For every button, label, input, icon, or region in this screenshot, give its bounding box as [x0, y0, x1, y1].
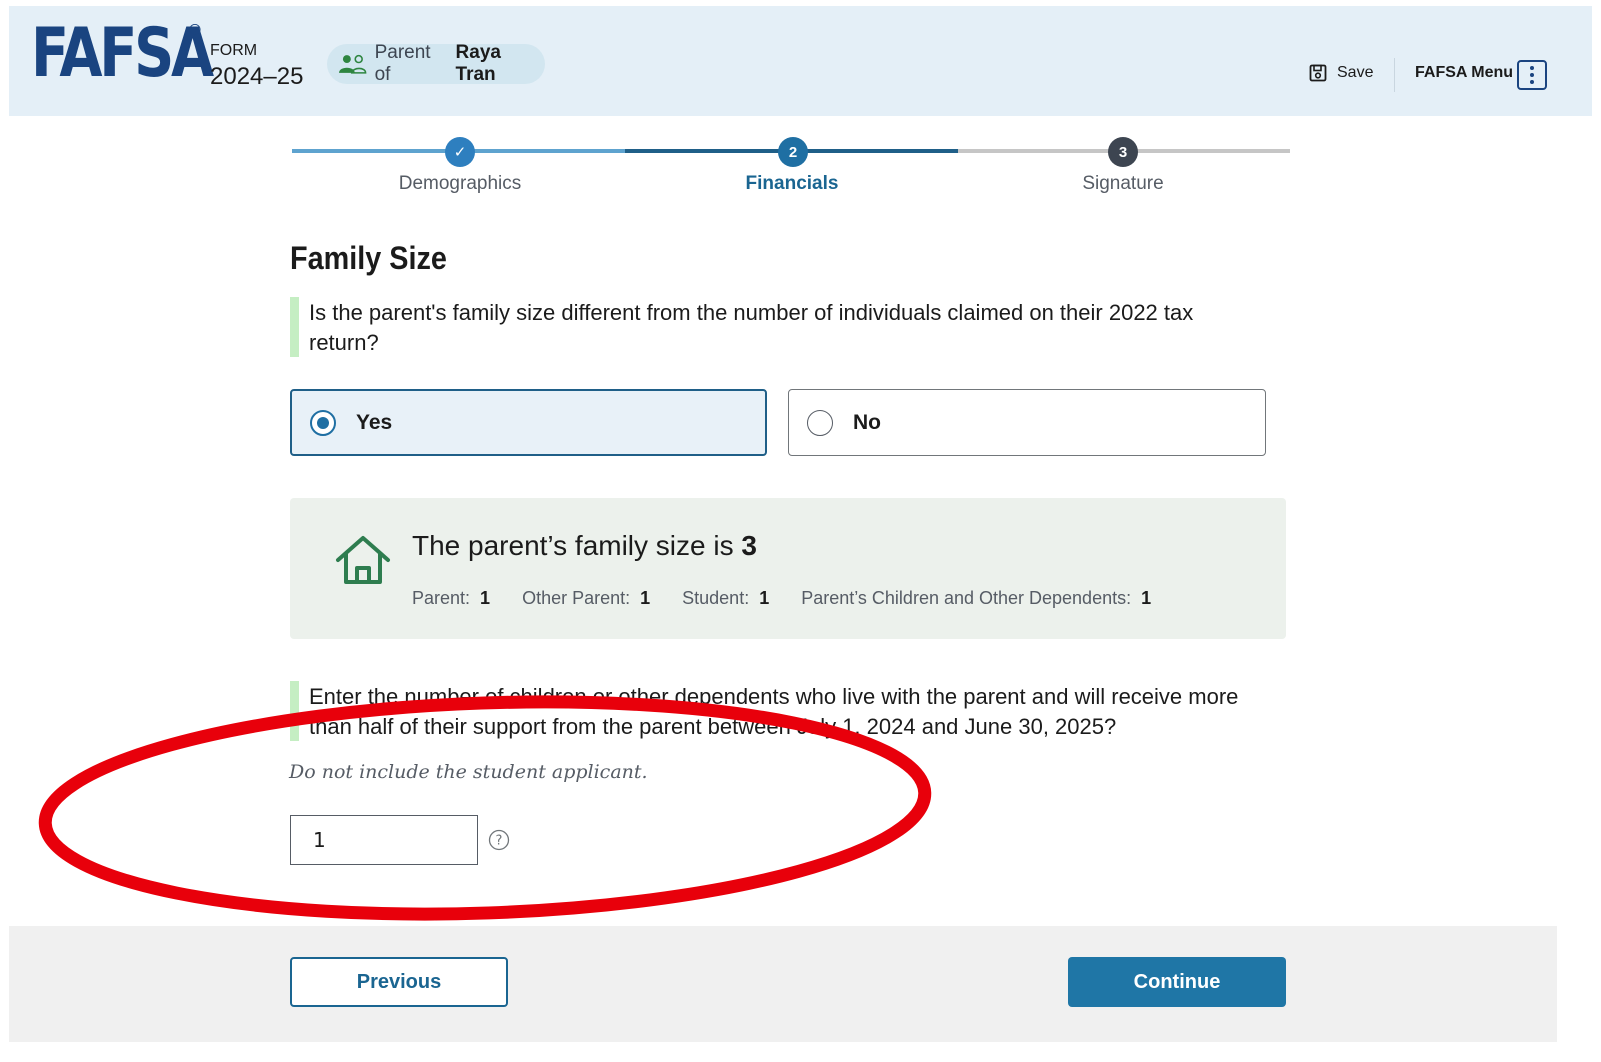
hint-text: Do not include the student applicant.: [289, 761, 648, 783]
continue-button[interactable]: Continue: [1068, 957, 1286, 1007]
house-icon: [336, 536, 390, 584]
footer-bar: [9, 926, 1557, 1042]
count-parent: Parent: 1: [412, 588, 491, 608]
count-dependents: Parent’s Children and Other Dependents: 1: [801, 588, 1152, 608]
option-no[interactable]: No: [788, 389, 1266, 456]
radio-selected-icon: [310, 409, 336, 436]
question-dependents: Enter the number of children or other de…: [309, 684, 1239, 739]
previous-button[interactable]: Previous: [290, 957, 508, 1007]
family-size-total: 3: [741, 530, 757, 561]
role-prefix: Parent of: [374, 42, 431, 85]
dependents-count-input[interactable]: [290, 815, 478, 865]
role-badge: Parent of Raya Tran: [327, 42, 545, 85]
save-button[interactable]: Save: [1309, 64, 1373, 82]
svg-text:?: ?: [496, 834, 503, 849]
option-no-label: No: [853, 410, 881, 434]
step-current-marker: 2: [778, 137, 808, 167]
radio-unselected-icon: [807, 409, 833, 436]
floppy-disk-icon: [1309, 64, 1327, 82]
people-icon: [339, 54, 367, 74]
page-title: Family Size: [290, 240, 447, 276]
student-name: Raya Tran: [455, 42, 501, 85]
step-label-signature: Signature: [1082, 173, 1164, 194]
form-label: FORM: [210, 42, 258, 59]
save-label: Save: [1337, 64, 1374, 81]
summary-title: The parent’s family size is 3: [412, 530, 757, 562]
site-header: FAFSA ® FORM 2024–25 Parent of Raya Tran…: [9, 6, 1592, 116]
summary-counts: Parent: 1 Other Parent: 1 Student: 1 Parent…: [412, 588, 1183, 609]
question-accent-bar: [290, 297, 299, 357]
fafsa-logo[interactable]: FAFSA: [31, 20, 214, 88]
form-year: 2024–25: [210, 63, 304, 90]
family-size-summary: The parent’s family size is 3 Parent: 1 O…: [290, 498, 1286, 639]
option-yes[interactable]: Yes: [290, 389, 767, 456]
header-divider: [1394, 58, 1395, 92]
help-icon[interactable]: ?: [488, 829, 510, 851]
count-other-parent: Other Parent: 1: [522, 588, 651, 608]
step-label-demographics: Demographics: [398, 173, 522, 194]
summary-title-prefix: The parent’s family size is: [412, 530, 734, 561]
option-yes-label: Yes: [356, 410, 393, 434]
kebab-menu-icon[interactable]: [1517, 60, 1547, 90]
count-student: Student: 1: [682, 588, 770, 608]
step-complete-check-icon: ✓: [445, 137, 475, 167]
fafsa-menu-button[interactable]: FAFSA Menu: [1415, 64, 1513, 82]
step-label-financials: Financials: [745, 173, 839, 194]
question-accent-bar: [290, 681, 299, 741]
registered-mark: ®: [189, 22, 201, 39]
question-family-size: Is the parent's family size different fr…: [309, 300, 1194, 355]
step-upcoming-marker: 3: [1108, 137, 1138, 167]
